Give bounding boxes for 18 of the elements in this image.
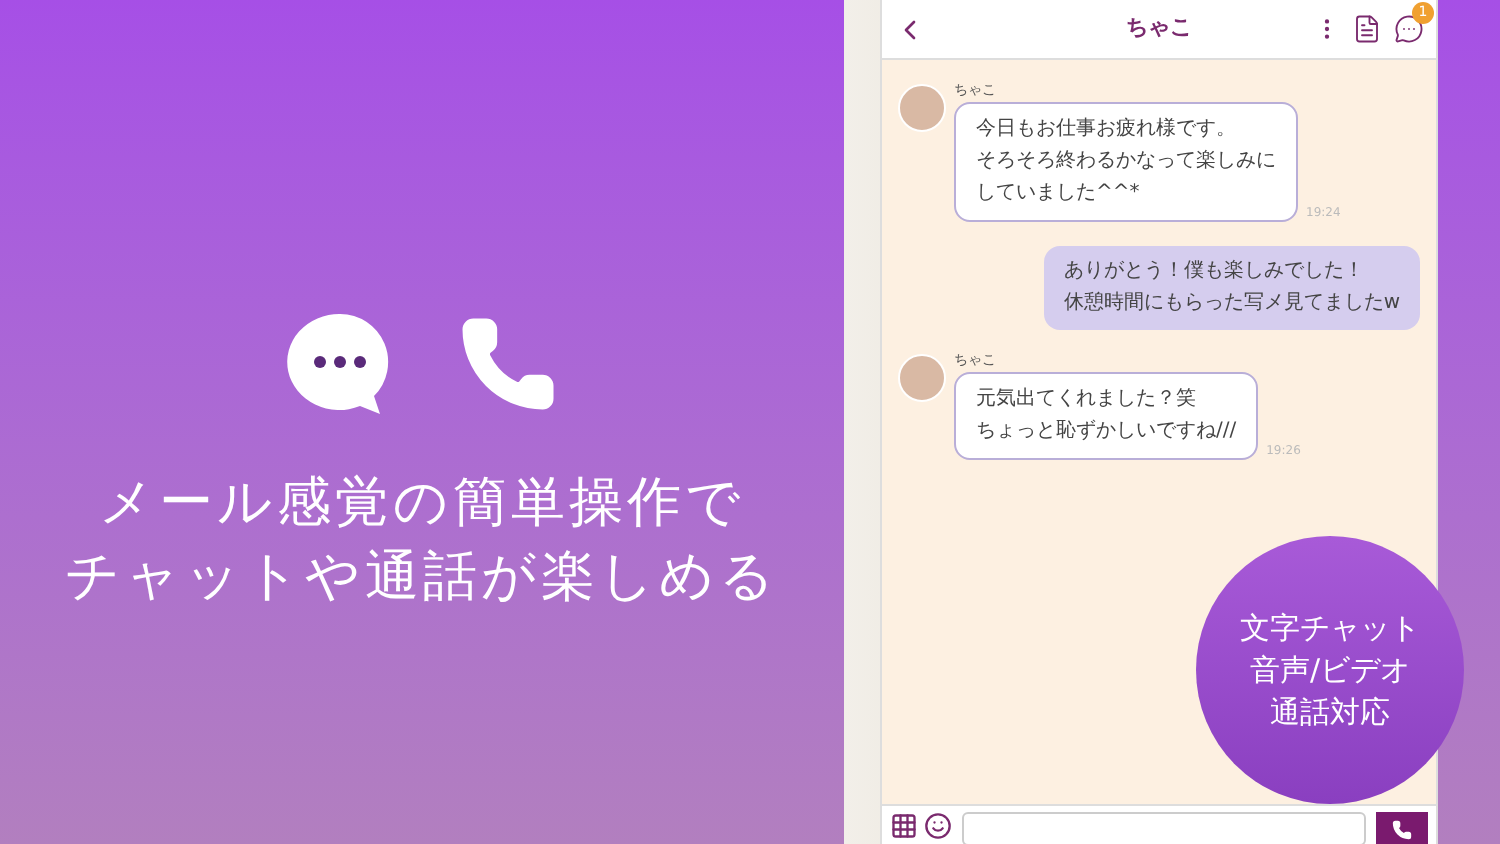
headline-text: メール感覚の簡単操作で <box>99 470 745 538</box>
feature-text: 文字チャット <box>1240 607 1420 649</box>
call-button[interactable] <box>1376 812 1428 844</box>
avatar <box>898 84 946 132</box>
phone-icon <box>1392 819 1412 839</box>
avatar <box>898 354 946 402</box>
chat-title: ちゃこ <box>1126 12 1192 45</box>
message-bubble: 元気出てくれました？笑 ちょっと恥ずかしいですね/// <box>954 372 1259 460</box>
feature-text: 音声/ビデオ <box>1249 649 1411 691</box>
document-icon[interactable] <box>1352 14 1382 44</box>
message-input-field[interactable] <box>962 812 1366 844</box>
emoji-icon[interactable] <box>924 812 952 840</box>
feature-text: 通話対応 <box>1270 691 1390 733</box>
message-bubble: ありがとう！僕も楽しみでした！ 休憩時間にもらった写メ見てましたw <box>1043 246 1420 330</box>
headline-text: チャットや通話が楽しめる <box>65 544 779 612</box>
message-bubble: 今日もお仕事お疲れ様です。 そろそろ終わるかなって楽しみに していました^^* <box>954 102 1298 222</box>
chat-icon[interactable] <box>1394 14 1424 44</box>
keypad-icon[interactable] <box>890 812 918 840</box>
